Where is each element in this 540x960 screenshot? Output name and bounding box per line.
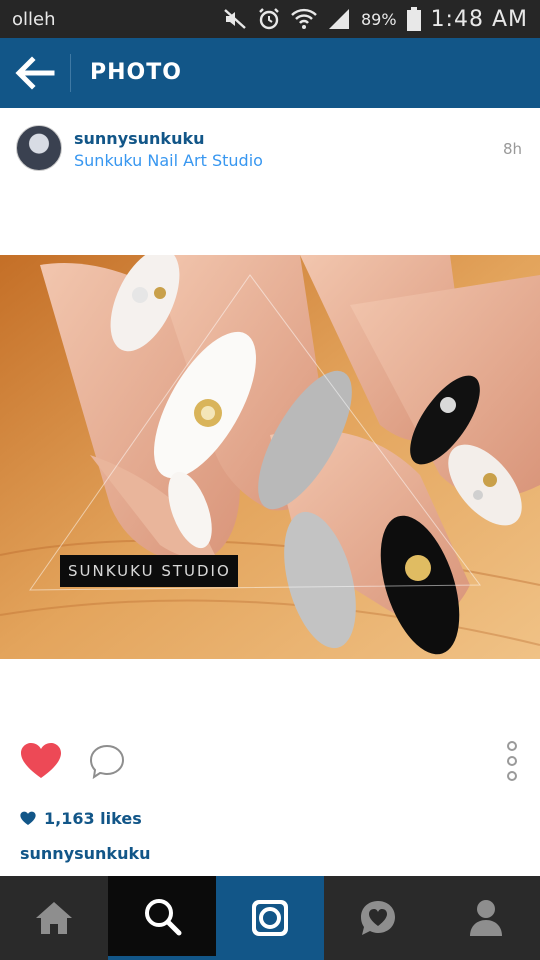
more-options-icon[interactable] bbox=[500, 740, 524, 782]
comment-bubble-icon[interactable] bbox=[88, 743, 126, 781]
likes-row[interactable]: 1,163 likes bbox=[20, 806, 142, 830]
avatar[interactable] bbox=[16, 125, 62, 171]
camera-icon bbox=[252, 900, 288, 936]
arrow-left-icon[interactable] bbox=[14, 55, 56, 91]
clock: 1:48 AM bbox=[430, 6, 528, 32]
like-heart-icon[interactable] bbox=[20, 742, 62, 780]
battery-percentage: 89% bbox=[361, 9, 397, 29]
alarm-icon bbox=[259, 8, 279, 30]
wifi-icon bbox=[291, 8, 317, 29]
signal-icon bbox=[329, 9, 349, 29]
home-icon bbox=[36, 902, 72, 934]
post-timestamp: 8h bbox=[502, 140, 522, 158]
bottom-navigation bbox=[0, 876, 540, 960]
nav-search[interactable] bbox=[108, 876, 216, 960]
nav-home[interactable] bbox=[0, 876, 108, 960]
post-username[interactable]: sunnysunkuku bbox=[74, 129, 205, 148]
status-bar: olleh 89% 1:48 AM bbox=[0, 0, 540, 38]
likes-count: 1,163 likes bbox=[44, 808, 142, 828]
nav-activity[interactable] bbox=[324, 876, 432, 960]
post-location[interactable]: Sunkuku Nail Art Studio bbox=[74, 151, 263, 170]
divider bbox=[70, 54, 71, 92]
post-header: sunnysunkuku Sunkuku Nail Art Studio 8h bbox=[0, 108, 540, 188]
small-heart-icon bbox=[20, 811, 36, 825]
nav-camera[interactable] bbox=[216, 876, 324, 960]
mute-icon bbox=[224, 9, 246, 29]
post-photo[interactable] bbox=[0, 255, 540, 659]
search-icon bbox=[145, 899, 182, 936]
nav-profile[interactable] bbox=[432, 876, 540, 960]
status-icons: 89% 1:48 AM bbox=[223, 5, 528, 33]
profile-icon bbox=[470, 900, 502, 936]
photo-watermark: SUNKUKU STUDIO bbox=[60, 555, 238, 587]
activity-icon bbox=[361, 901, 395, 935]
page-title: PHOTO bbox=[90, 60, 182, 85]
caption-username[interactable]: sunnysunkuku bbox=[20, 844, 151, 863]
carrier-label: olleh bbox=[12, 9, 56, 30]
post-actions bbox=[0, 730, 540, 790]
battery-icon bbox=[406, 7, 421, 31]
nail-art-photo-illustration bbox=[0, 255, 540, 659]
action-bar: PHOTO bbox=[0, 38, 540, 108]
